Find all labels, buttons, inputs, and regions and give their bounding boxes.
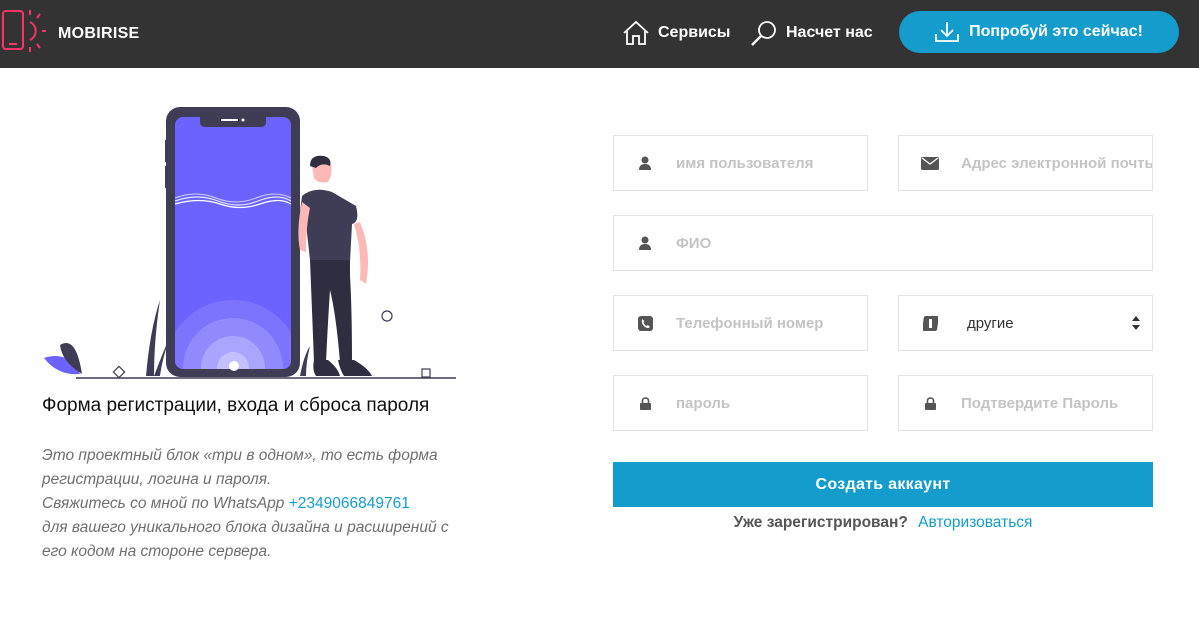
nav-link-services[interactable]: Сервисы: [622, 16, 730, 50]
description-text-1: Это проектный блок «три в одном», то ест…: [42, 447, 438, 488]
description-text-3: для вашего уникального блока дизайна и р…: [42, 519, 449, 560]
login-link[interactable]: Авторизоваться: [918, 514, 1032, 531]
whatsapp-phone-link[interactable]: +2349066849761: [289, 495, 410, 512]
try-now-label: Попробуй это сейчас!: [969, 23, 1143, 40]
try-now-button[interactable]: Попробуй это сейчас!: [899, 11, 1179, 53]
fullname-field: [613, 215, 1153, 271]
gender-field: другие: [898, 295, 1153, 351]
phone-field: [613, 295, 868, 351]
confirm-password-field: [898, 375, 1153, 431]
phone-icon: [614, 296, 676, 350]
email-field: [898, 135, 1153, 191]
nav-link-about[interactable]: Насчет нас: [750, 16, 873, 50]
user-icon: [614, 216, 676, 270]
confirm-password-input[interactable]: [961, 376, 1152, 430]
phone-person-illustration: [44, 107, 456, 379]
username-input[interactable]: [676, 136, 867, 190]
nav-about-label: Насчет нас: [786, 24, 873, 41]
password-input[interactable]: [676, 376, 867, 430]
email-input[interactable]: [961, 136, 1152, 190]
already-registered-text: Уже зарегистрирован?: [733, 514, 908, 531]
description-text-2: Свяжитесь со мной по WhatsApp: [42, 495, 285, 512]
section-title: Форма регистрации, входа и сброса пароля: [42, 395, 430, 416]
username-field: [613, 135, 868, 191]
home-icon: [623, 20, 649, 45]
create-account-button[interactable]: Создать аккаунт: [613, 462, 1153, 507]
mobirise-logo-icon: [2, 10, 46, 52]
navbar: MOBIRISE Сервисы Насчет нас Попробуй это…: [0, 0, 1199, 68]
user-icon: [614, 136, 676, 190]
envelope-icon: [899, 136, 961, 190]
nav-services-label: Сервисы: [658, 24, 731, 41]
brand[interactable]: MOBIRISE: [0, 6, 140, 62]
fullname-input[interactable]: [676, 216, 1152, 270]
password-field: [613, 375, 868, 431]
login-row: Уже зарегистрирован? Авторизоваться: [613, 514, 1153, 532]
brand-name: MOBIRISE: [58, 25, 140, 42]
description: Это проектный блок «три в одном», то ест…: [42, 444, 462, 564]
gender-select[interactable]: другие: [961, 296, 1152, 350]
lock-icon: [899, 376, 961, 430]
id-card-icon: [899, 296, 961, 350]
search-icon: [751, 21, 776, 46]
download-icon: [935, 22, 959, 42]
lock-icon: [614, 376, 676, 430]
phone-input[interactable]: [676, 296, 867, 350]
